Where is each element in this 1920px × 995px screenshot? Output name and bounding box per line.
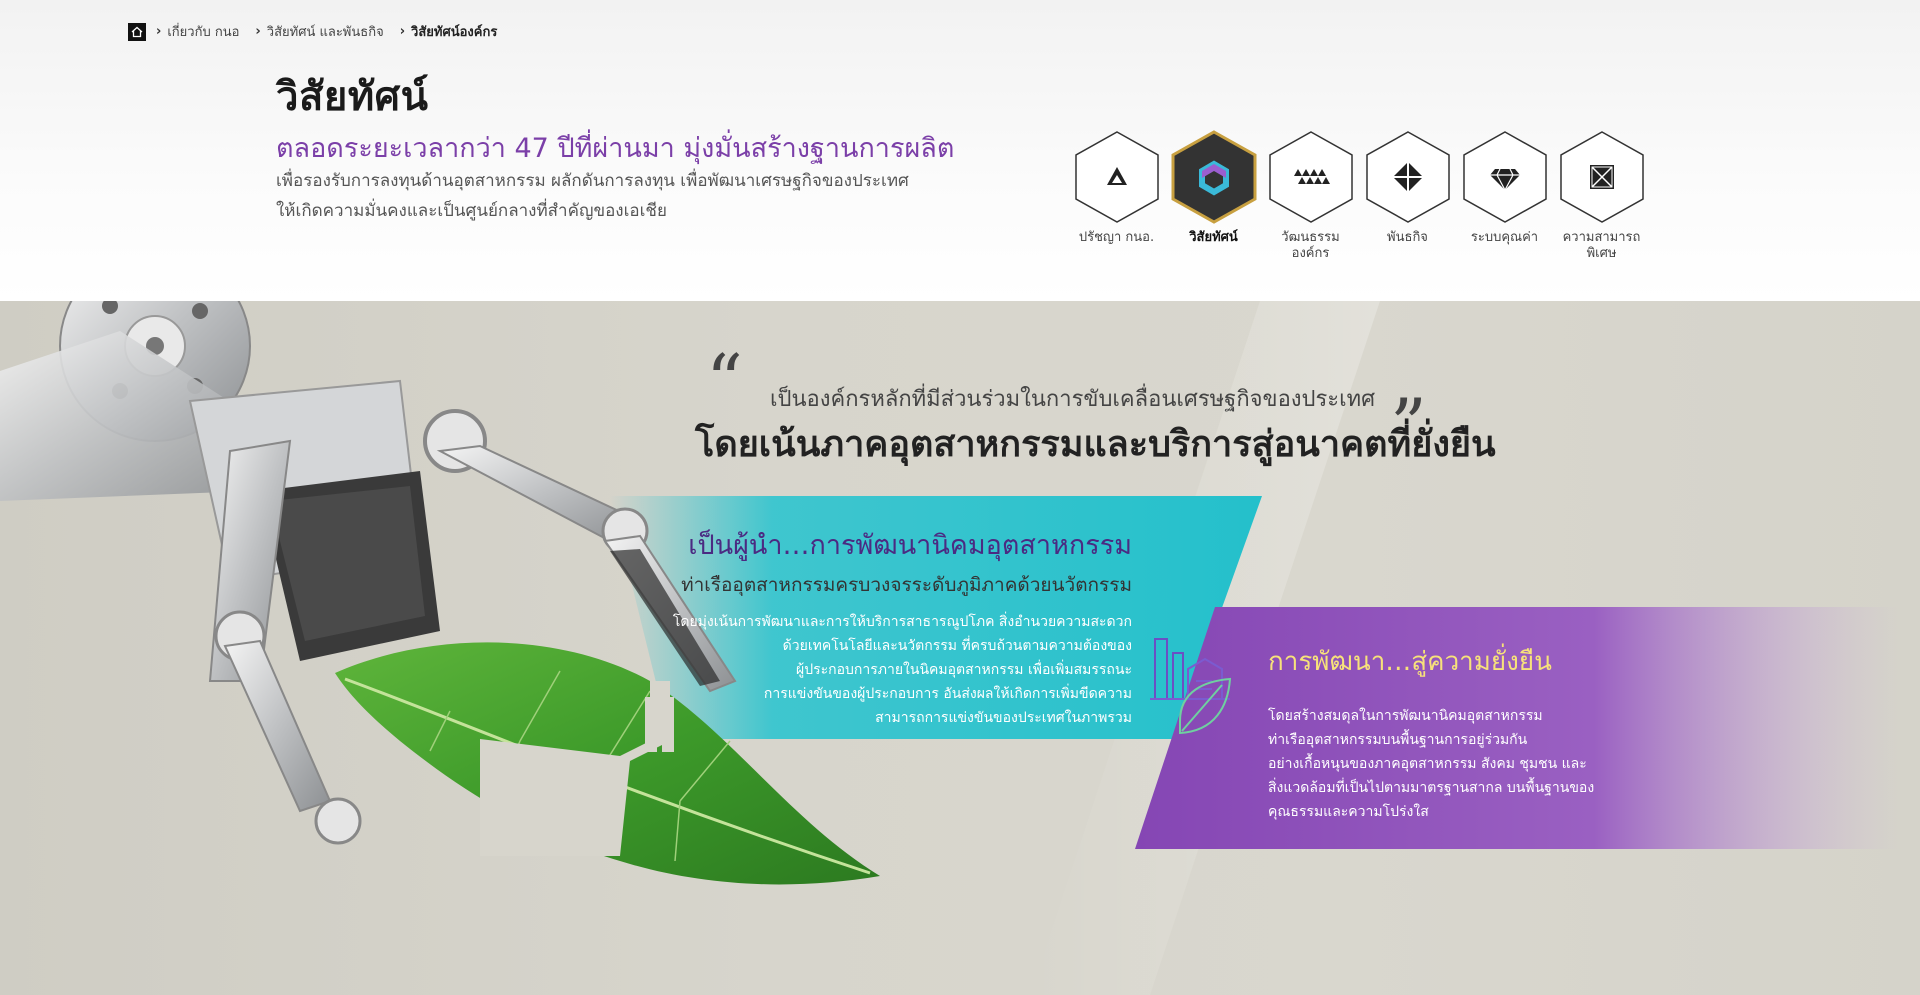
breadcrumb: › เกี่ยวกับ กนอ › วิสัยทัศน์ และพันธกิจ … bbox=[128, 21, 497, 42]
leadership-title: เป็นผู้นำ…การพัฒนานิคมอุตสาหกรรม bbox=[688, 530, 1132, 561]
hexagon-frame bbox=[1462, 130, 1548, 224]
body-line: ท่าเรืออุตสาหกรรมบนพื้นฐานการอยู่ร่วมกัน bbox=[1268, 732, 1528, 748]
body-line: ผู้ประกอบการภายในนิคมอุตสาหกรรม เพื่อเพิ… bbox=[796, 662, 1132, 678]
hexagon-frame bbox=[1268, 130, 1354, 224]
vision-quote-line2: โดยเน้นภาคอุตสาหกรรมและบริการสู่อนาคตที่… bbox=[695, 424, 1496, 465]
nav-item-culture[interactable]: วัฒนธรรมองค์กร bbox=[1262, 130, 1359, 262]
breadcrumb-vision-mission[interactable]: วิสัยทัศน์ และพันธกิจ bbox=[267, 21, 384, 42]
chevron-right-icon: › bbox=[255, 24, 261, 39]
body-line: สามารถการแข่งขันของประเทศในภาพรวม bbox=[875, 710, 1132, 726]
page-description: เพื่อรองรับการลงทุนด้านอุตสาหกรรม ผลักดั… bbox=[276, 166, 916, 226]
nav-item-mission[interactable]: พันธกิจ bbox=[1359, 130, 1456, 262]
triangle-icon bbox=[1106, 167, 1127, 185]
leadership-body: โดยมุ่งเน้นการพัฒนาและการให้บริการสาธารณ… bbox=[592, 610, 1132, 730]
crossed-square-icon bbox=[1589, 165, 1614, 189]
body-line: อย่างเกื้อหนุนของภาคอุตสาหกรรม สังคม ชุม… bbox=[1268, 756, 1587, 772]
body-line: คุณธรรมและความโปร่งใส bbox=[1268, 804, 1429, 820]
body-line: สิ่งแวดล้อมที่เป็นไปตามมาตรฐานสากล บนพื้… bbox=[1268, 780, 1595, 796]
leadership-panel: เป็นผู้นำ…การพัฒนานิคมอุตสาหกรรม ท่าเรือ… bbox=[592, 523, 1132, 730]
leadership-subtitle: ท่าเรืออุตสาหกรรมครบวงจรระดับภูมิภาคด้วย… bbox=[681, 574, 1132, 596]
quote-close-mark: ” bbox=[1390, 383, 1427, 467]
nav-label: ความสามารถ พิเศษ bbox=[1562, 230, 1641, 261]
nav-item-values[interactable]: ระบบคุณค่า bbox=[1456, 130, 1553, 262]
home-icon[interactable] bbox=[128, 22, 146, 41]
hexagon-frame bbox=[1074, 130, 1160, 224]
body-line: ด้วยเทคโนโลยีและนวัตกรรม ที่ครบถ้วนตามคว… bbox=[782, 638, 1132, 654]
quote-open-mark: “ bbox=[706, 339, 743, 423]
nav-label: ปรัชญา กนอ. bbox=[1078, 230, 1155, 245]
nav-item-competency[interactable]: ความสามารถ พิเศษ bbox=[1553, 130, 1650, 262]
section-nav: ปรัชญา กนอ. วิสัยทัศน์ วัฒนธรรมองค์กร พั… bbox=[1068, 130, 1650, 262]
breadcrumb-about[interactable]: เกี่ยวกับ กนอ bbox=[167, 21, 239, 42]
description-line: เพื่อรองรับการลงทุนด้านอุตสาหกรรม ผลักดั… bbox=[276, 171, 909, 191]
nav-label: พันธกิจ bbox=[1387, 230, 1428, 245]
nav-item-philosophy[interactable]: ปรัชญา กนอ. bbox=[1068, 130, 1165, 262]
breadcrumb-current: วิสัยทัศน์องค์กร bbox=[411, 25, 498, 40]
vision-quote-line1: เป็นองค์กรหลักที่มีส่วนร่วมในการขับเคลื่… bbox=[770, 387, 1376, 412]
page-title: วิสัยทัศน์ bbox=[276, 74, 429, 120]
triangles-culture-icon bbox=[1293, 169, 1330, 184]
description-line: ให้เกิดความมั่นคงและเป็นศูนย์กลางที่สำคั… bbox=[276, 201, 667, 221]
gem-icon bbox=[1489, 168, 1520, 192]
hexagon-frame bbox=[1171, 130, 1257, 224]
chevron-right-icon: › bbox=[156, 24, 162, 39]
body-line: โดยมุ่งเน้นการพัฒนาและการให้บริการสาธารณ… bbox=[672, 614, 1132, 630]
sustainability-panel: การพัฒนา…สู่ความยั่งยืน โดยสร้างสมดุลในก… bbox=[1268, 641, 1628, 824]
body-line: การแข่งขันของผู้ประกอบการ อันส่งผลให้เกิ… bbox=[763, 686, 1132, 702]
hexagon-frame bbox=[1365, 130, 1451, 224]
chevron-right-icon: › bbox=[399, 24, 406, 39]
nav-label: วัฒนธรรมองค์กร bbox=[1281, 230, 1340, 261]
body-line: โดยสร้างสมดุลในการพัฒนานิคมอุตสาหกรรม bbox=[1268, 708, 1543, 724]
sustainability-body: โดยสร้างสมดุลในการพัฒนานิคมอุตสาหกรรม ท่… bbox=[1268, 704, 1628, 824]
nav-label: วิสัยทัศน์ bbox=[1189, 230, 1238, 245]
nav-label: ระบบคุณค่า bbox=[1470, 230, 1539, 245]
nav-item-vision[interactable]: วิสัยทัศน์ bbox=[1165, 130, 1262, 262]
sustainability-title: การพัฒนา…สู่ความยั่งยืน bbox=[1268, 647, 1552, 677]
hexagon-frame bbox=[1559, 130, 1645, 224]
header-area: › เกี่ยวกับ กนอ › วิสัยทัศน์ และพันธกิจ … bbox=[0, 0, 1920, 301]
page-subtitle: ตลอดระยะเวลากว่า 47 ปีที่ผ่านมา มุ่งมั่น… bbox=[276, 133, 955, 164]
vision-hero: “ เป็นองค์กรหลักที่มีส่วนร่วมในการขับเคล… bbox=[0, 301, 1920, 995]
vision-ring-icon bbox=[1198, 160, 1229, 196]
diamond-mission-icon bbox=[1392, 162, 1423, 192]
